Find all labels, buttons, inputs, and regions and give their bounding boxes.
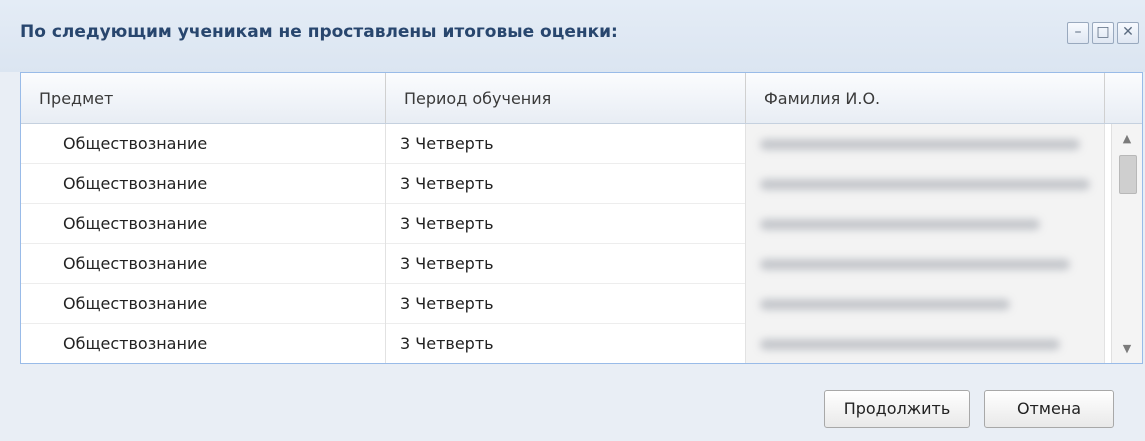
cell-name-redacted [746, 164, 1105, 204]
cell-subject: Обществознание [21, 124, 386, 164]
cell-period: 3 Четверть [386, 204, 746, 244]
cell-name-redacted [746, 244, 1105, 284]
cell-subject: Обществознание [21, 204, 386, 244]
column-header-name[interactable]: Фамилия И.О. [746, 73, 1105, 123]
cell-period: 3 Четверть [386, 164, 746, 204]
column-header-period[interactable]: Период обучения [386, 73, 746, 123]
window-controls: – □ ✕ [1067, 22, 1139, 44]
cell-subject: Обществознание [21, 284, 386, 324]
grid-rows: Обществознание 3 Четверть Обществознание… [21, 124, 1105, 363]
cell-period: 3 Четверть [386, 324, 746, 363]
scroll-down-icon[interactable]: ▼ [1112, 342, 1142, 355]
cell-name-redacted [746, 284, 1105, 324]
cancel-button[interactable]: Отмена [984, 390, 1114, 428]
final-grades-dialog: По следующим ученикам не проставлены ито… [0, 0, 1145, 441]
dialog-titlebar: По следующим ученикам не проставлены ито… [0, 0, 1145, 72]
students-grid: Предмет Период обучения Фамилия И.О. Общ… [20, 72, 1143, 364]
maximize-icon[interactable]: □ [1092, 22, 1114, 44]
grid-header: Предмет Период обучения Фамилия И.О. [21, 73, 1142, 124]
cell-name-redacted [746, 204, 1105, 244]
cell-period: 3 Четверть [386, 124, 746, 164]
table-row[interactable]: Обществознание 3 Четверть [21, 324, 1105, 363]
continue-button[interactable]: Продолжить [824, 390, 970, 428]
cell-period: 3 Четверть [386, 244, 746, 284]
close-icon[interactable]: ✕ [1117, 22, 1139, 44]
cell-subject: Обществознание [21, 244, 386, 284]
scroll-up-icon[interactable]: ▲ [1112, 132, 1142, 145]
table-row[interactable]: Обществознание 3 Четверть [21, 204, 1105, 244]
cell-subject: Обществознание [21, 324, 386, 363]
table-row[interactable]: Обществознание 3 Четверть [21, 244, 1105, 284]
cell-period: 3 Четверть [386, 284, 746, 324]
cell-name-redacted [746, 124, 1105, 164]
cell-name-redacted [746, 324, 1105, 363]
table-row[interactable]: Обществознание 3 Четверть [21, 284, 1105, 324]
minimize-icon[interactable]: – [1067, 22, 1089, 44]
table-row[interactable]: Обществознание 3 Четверть [21, 124, 1105, 164]
scrollbar-thumb[interactable] [1119, 155, 1137, 194]
dialog-title: По следующим ученикам не проставлены ито… [20, 22, 618, 42]
table-row[interactable]: Обществознание 3 Четверть [21, 164, 1105, 204]
column-header-spacer [1105, 73, 1142, 123]
column-header-subject[interactable]: Предмет [21, 73, 386, 123]
vertical-scrollbar[interactable]: ▲ ▼ [1111, 124, 1142, 363]
cell-subject: Обществознание [21, 164, 386, 204]
